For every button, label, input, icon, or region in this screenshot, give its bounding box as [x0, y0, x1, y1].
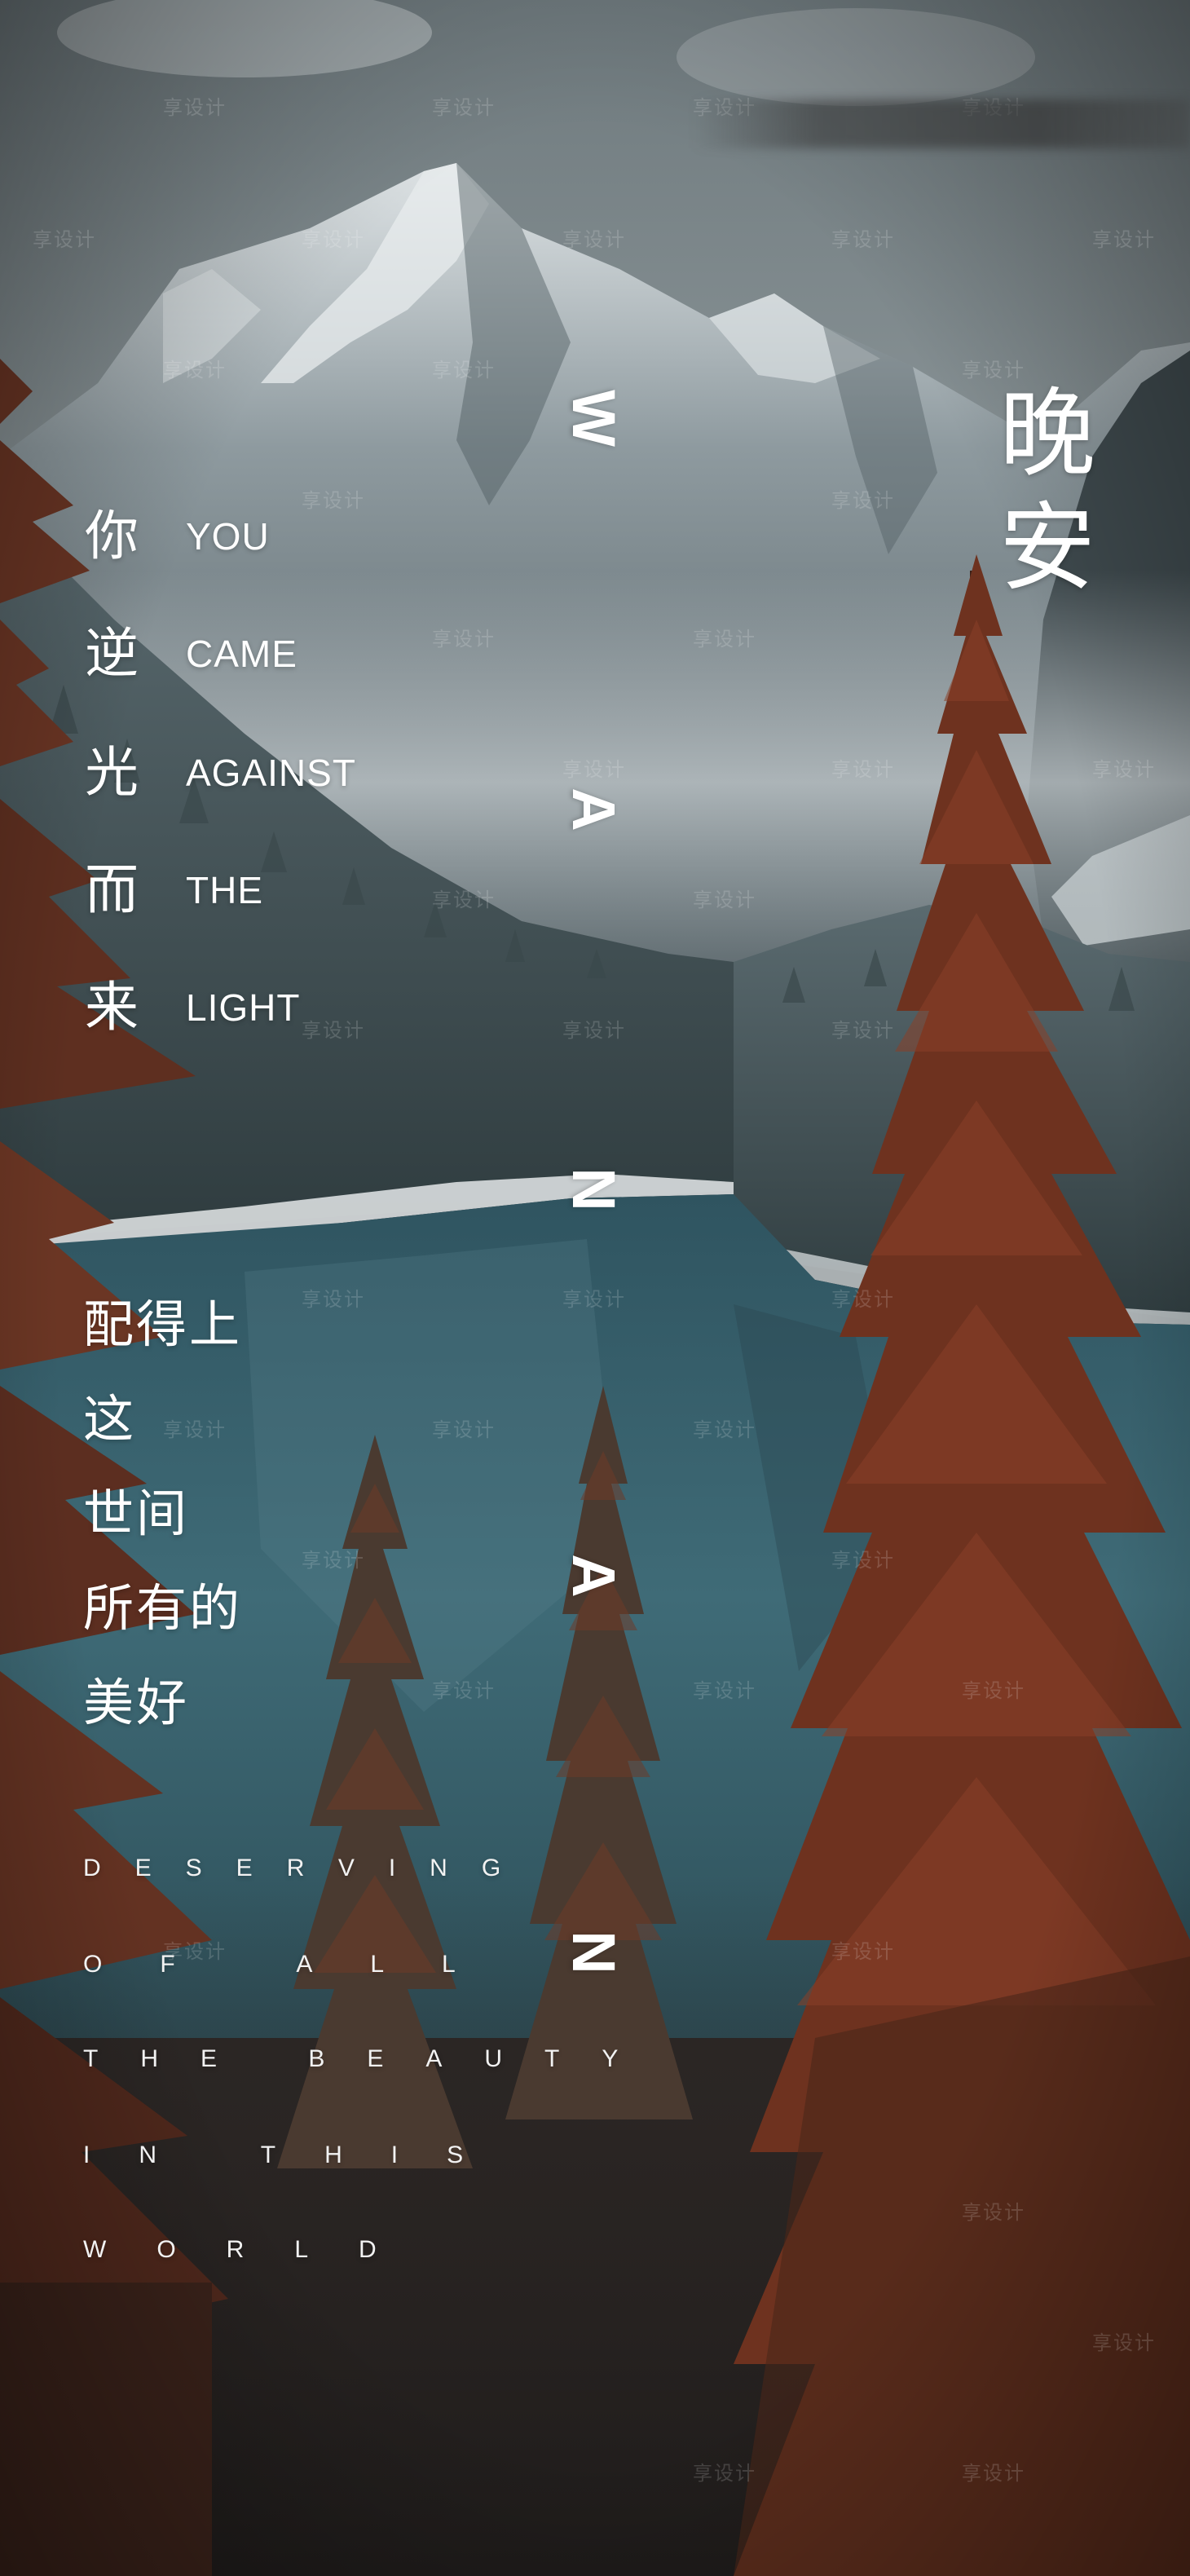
title-en-word: AGAINST [186, 752, 356, 794]
headline-good-night: 晚 安 [990, 377, 1104, 605]
blurred-dash-decoration [693, 99, 1190, 148]
headline-char: 晚 [998, 377, 1095, 490]
body-cn-line: 世间 [83, 1484, 190, 1543]
watermark: 享设计 [831, 1019, 895, 1042]
watermark: 享设计 [302, 1288, 365, 1311]
body-cn-line: 这 [83, 1389, 137, 1449]
watermark: 享设计 [693, 1679, 756, 1702]
title-cn-char: 而 [85, 858, 139, 921]
watermark: 享设计 [302, 489, 365, 512]
title-cn-char: 逆 [85, 622, 139, 685]
watermark: 享设计 [831, 1940, 895, 1963]
watermark: 享设计 [163, 96, 227, 119]
wan-letter: N [560, 1167, 628, 1211]
title-en-word: CAME [186, 633, 298, 675]
watermark: 享设计 [432, 1679, 496, 1702]
title-pair-row: 逆 CAME [85, 621, 298, 686]
watermark: 享设计 [831, 1549, 895, 1572]
watermark: 享设计 [1092, 2331, 1156, 2354]
body-en-line: DESERVING [83, 1855, 536, 1881]
watermark: 享设计 [302, 228, 365, 251]
body-en-line: IN THIS [83, 2142, 513, 2168]
watermark: 享设计 [562, 1019, 626, 1042]
body-en-line: OF ALL [83, 1951, 513, 1978]
watermark: 享设计 [962, 2462, 1025, 2485]
poster: 享设计 享设计 享设计 享设计 享设计 享设计 享设计 享设计 享设计 享设计 … [0, 0, 1190, 2576]
body-cn-line: 美好 [83, 1673, 190, 1732]
watermark: 享设计 [962, 1679, 1025, 1702]
wan-letter: N [560, 1930, 628, 1974]
watermark: 享设计 [831, 489, 895, 512]
watermark: 享设计 [302, 1549, 365, 1572]
watermark: 享设计 [432, 628, 496, 651]
watermark: 享设计 [432, 359, 496, 382]
wan-letter: W [560, 390, 628, 447]
watermark: 享设计 [432, 889, 496, 911]
watermark: 享设计 [432, 1418, 496, 1441]
wan-letter: A [560, 787, 628, 831]
watermark: 享设计 [831, 758, 895, 781]
title-pair-row: 来 LIGHT [85, 975, 300, 1040]
watermark: 享设计 [693, 1418, 756, 1441]
title-cn-char: 你 [85, 505, 139, 567]
body-en-line: THE BEAUTY [83, 2045, 661, 2072]
watermark: 享设计 [163, 1418, 227, 1441]
watermark: 享设计 [302, 1019, 365, 1042]
title-pair-row: 而 THE [85, 858, 263, 923]
watermark: 享设计 [831, 228, 895, 251]
title-pair-row: 你 YOU [85, 504, 270, 569]
title-cn-char: 光 [85, 741, 139, 804]
watermark: 享设计 [163, 359, 227, 382]
watermark: 享设计 [693, 628, 756, 651]
headline-char: 安 [998, 492, 1095, 604]
body-en-line: WORLD [83, 2236, 427, 2263]
wan-letter: A [560, 1554, 628, 1598]
watermark: 享设计 [562, 1288, 626, 1311]
watermark: 享设计 [693, 2462, 756, 2485]
title-cn-char: 来 [85, 976, 139, 1039]
watermark: 享设计 [693, 889, 756, 911]
title-pair-row: 光 AGAINST [85, 740, 356, 805]
title-en-word: YOU [186, 515, 270, 558]
watermark: 享设计 [33, 228, 96, 251]
watermark: 享设计 [1092, 228, 1156, 251]
body-cn-line: 配得上 [83, 1295, 243, 1354]
watermark: 享设计 [562, 228, 626, 251]
watermark: 享设计 [432, 96, 496, 119]
body-cn-line: 所有的 [83, 1578, 243, 1638]
watermark: 享设计 [962, 2201, 1025, 2224]
title-en-word: LIGHT [186, 986, 301, 1029]
watermark: 享设计 [831, 1288, 895, 1311]
watermark: 享设计 [1092, 758, 1156, 781]
title-en-word: THE [186, 869, 263, 911]
